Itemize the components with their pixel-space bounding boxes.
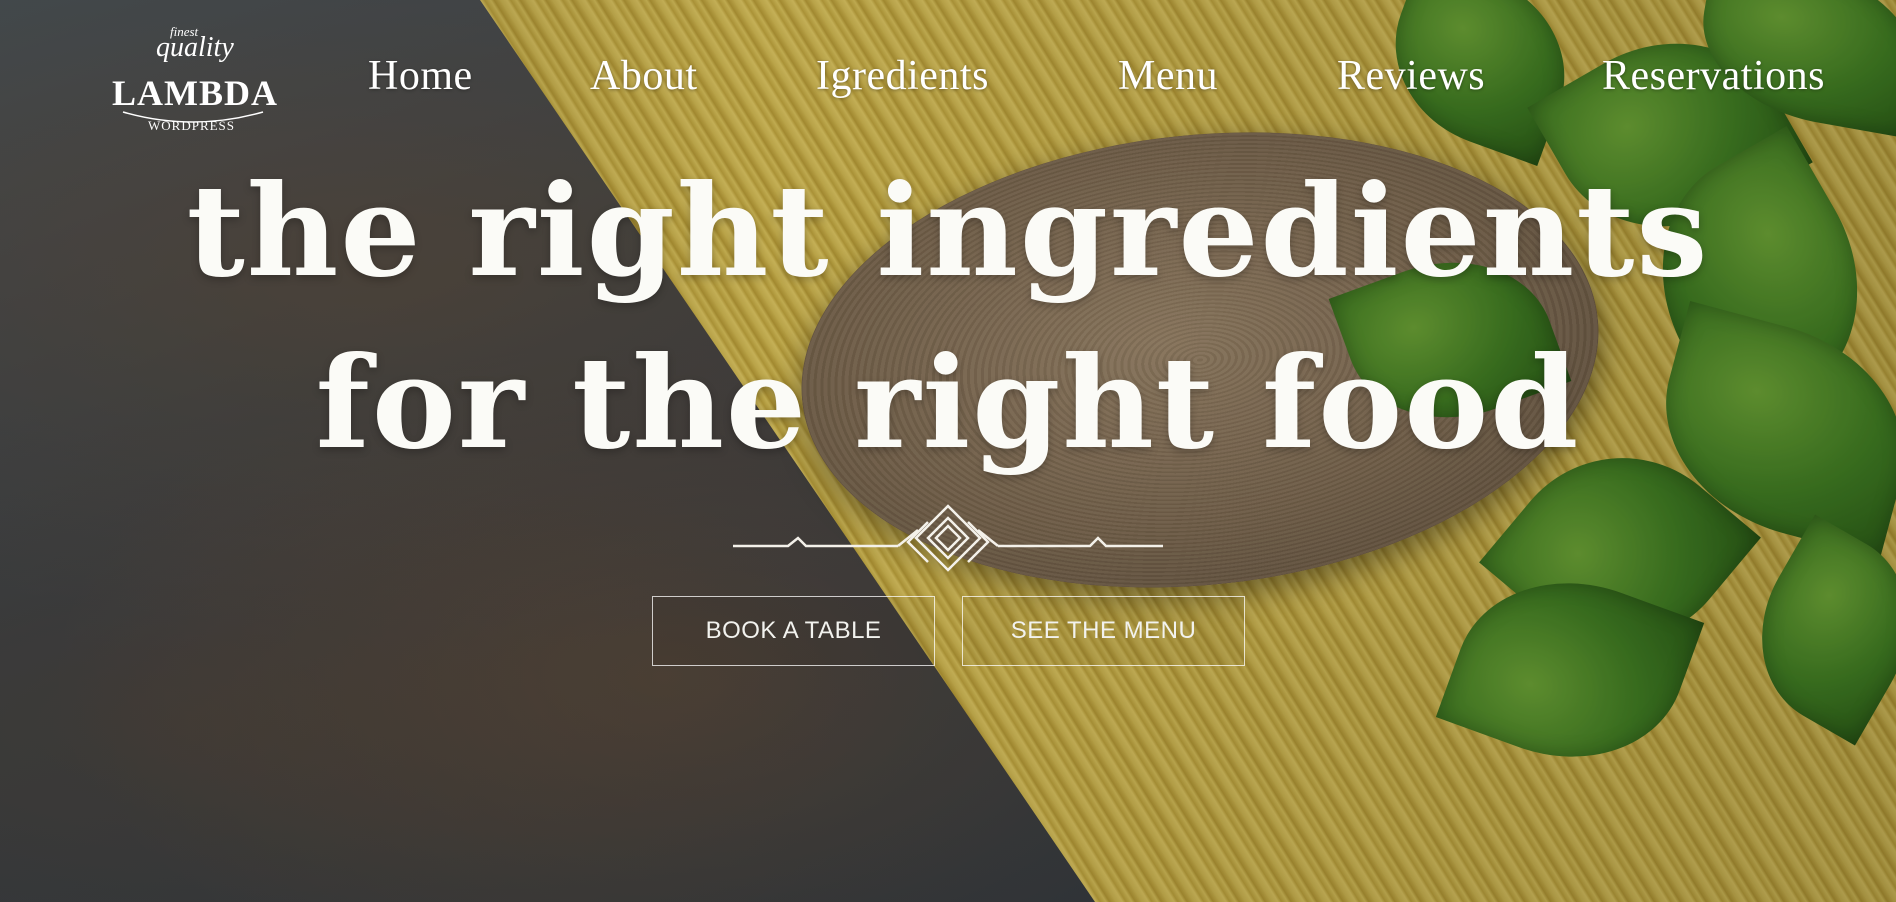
nav-menu[interactable]: Menu xyxy=(1118,52,1218,100)
nav-ingredients[interactable]: Igredients xyxy=(816,52,989,100)
hero-headline-line2: for the right food xyxy=(315,329,1581,477)
logo-name: LAMBDA xyxy=(112,73,278,113)
nav-reviews[interactable]: Reviews xyxy=(1337,52,1485,100)
see-menu-button[interactable]: SEE THE MENU xyxy=(962,596,1245,666)
book-table-button[interactable]: BOOK A TABLE xyxy=(652,596,935,666)
ornament-divider-icon xyxy=(733,504,1163,572)
hero-headline-line1: the right ingredients xyxy=(186,157,1710,305)
site-logo[interactable]: finest quality LAMBDA WORDPRESS xyxy=(108,22,288,133)
logo-sub-text: WORDPRESS xyxy=(148,118,236,133)
logo-quality-text: quality xyxy=(156,32,234,63)
nav-about[interactable]: About xyxy=(590,52,698,100)
nav-home[interactable]: Home xyxy=(368,52,473,100)
nav-reservations[interactable]: Reservations xyxy=(1602,52,1825,100)
